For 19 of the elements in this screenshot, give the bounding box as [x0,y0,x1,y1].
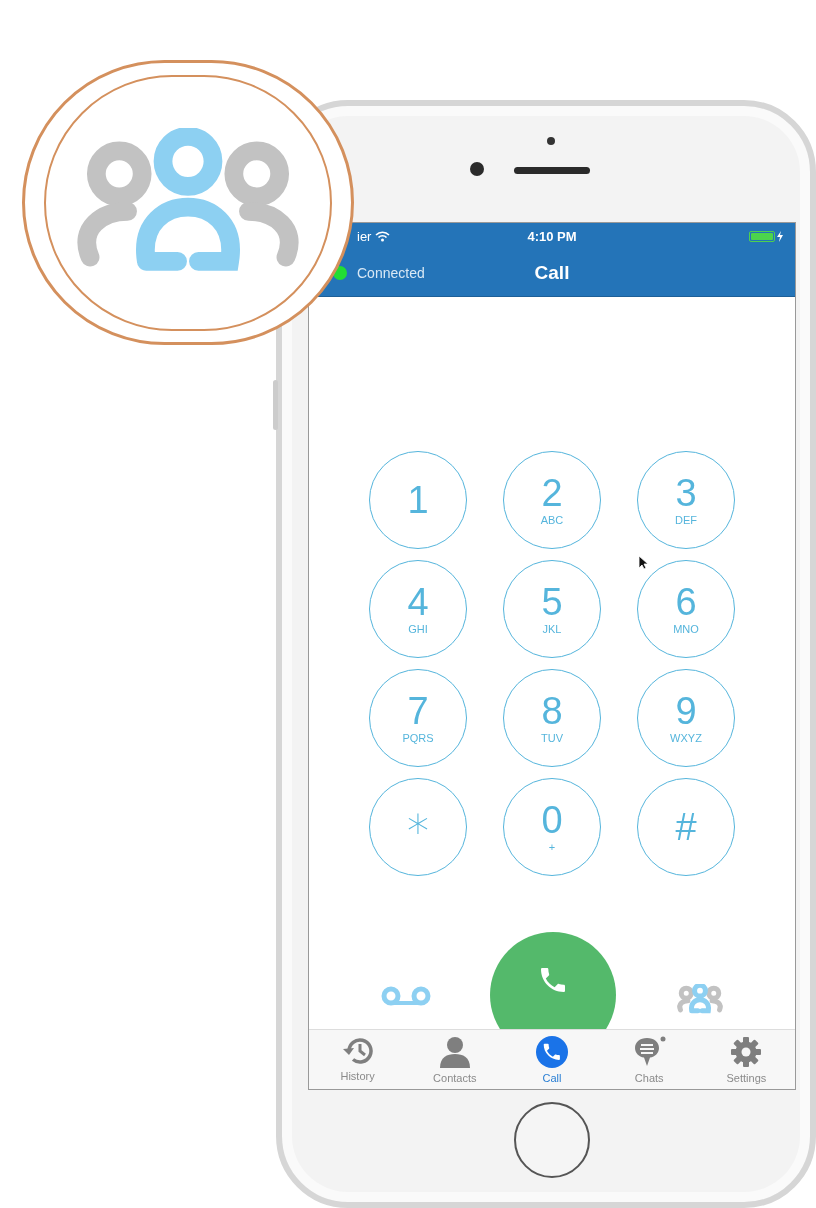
screen-title: Call [534,261,570,285]
battery-icon [749,231,775,243]
carrier-text: ier [357,228,372,247]
tab-item[interactable]: Contacts [406,1030,504,1089]
group-icon[interactable] [675,983,725,1014]
connection-status: Connected [357,263,425,283]
tab-item[interactable]: Chats [600,1030,698,1089]
clock-text: 4:10 PM [527,228,577,247]
side-button[interactable] [273,380,278,430]
voicemail-icon[interactable] [381,985,431,1006]
tab-item[interactable]: Call [503,1030,601,1089]
charging-icon [777,231,783,243]
tab-item[interactable]: Settings [697,1030,795,1089]
settings-icon [729,1036,764,1069]
cursor-icon [638,555,648,570]
tab-item[interactable]: History [309,1030,407,1089]
phone-icon [536,1036,568,1069]
person-icon [437,1036,472,1069]
wifi-icon [375,231,391,243]
